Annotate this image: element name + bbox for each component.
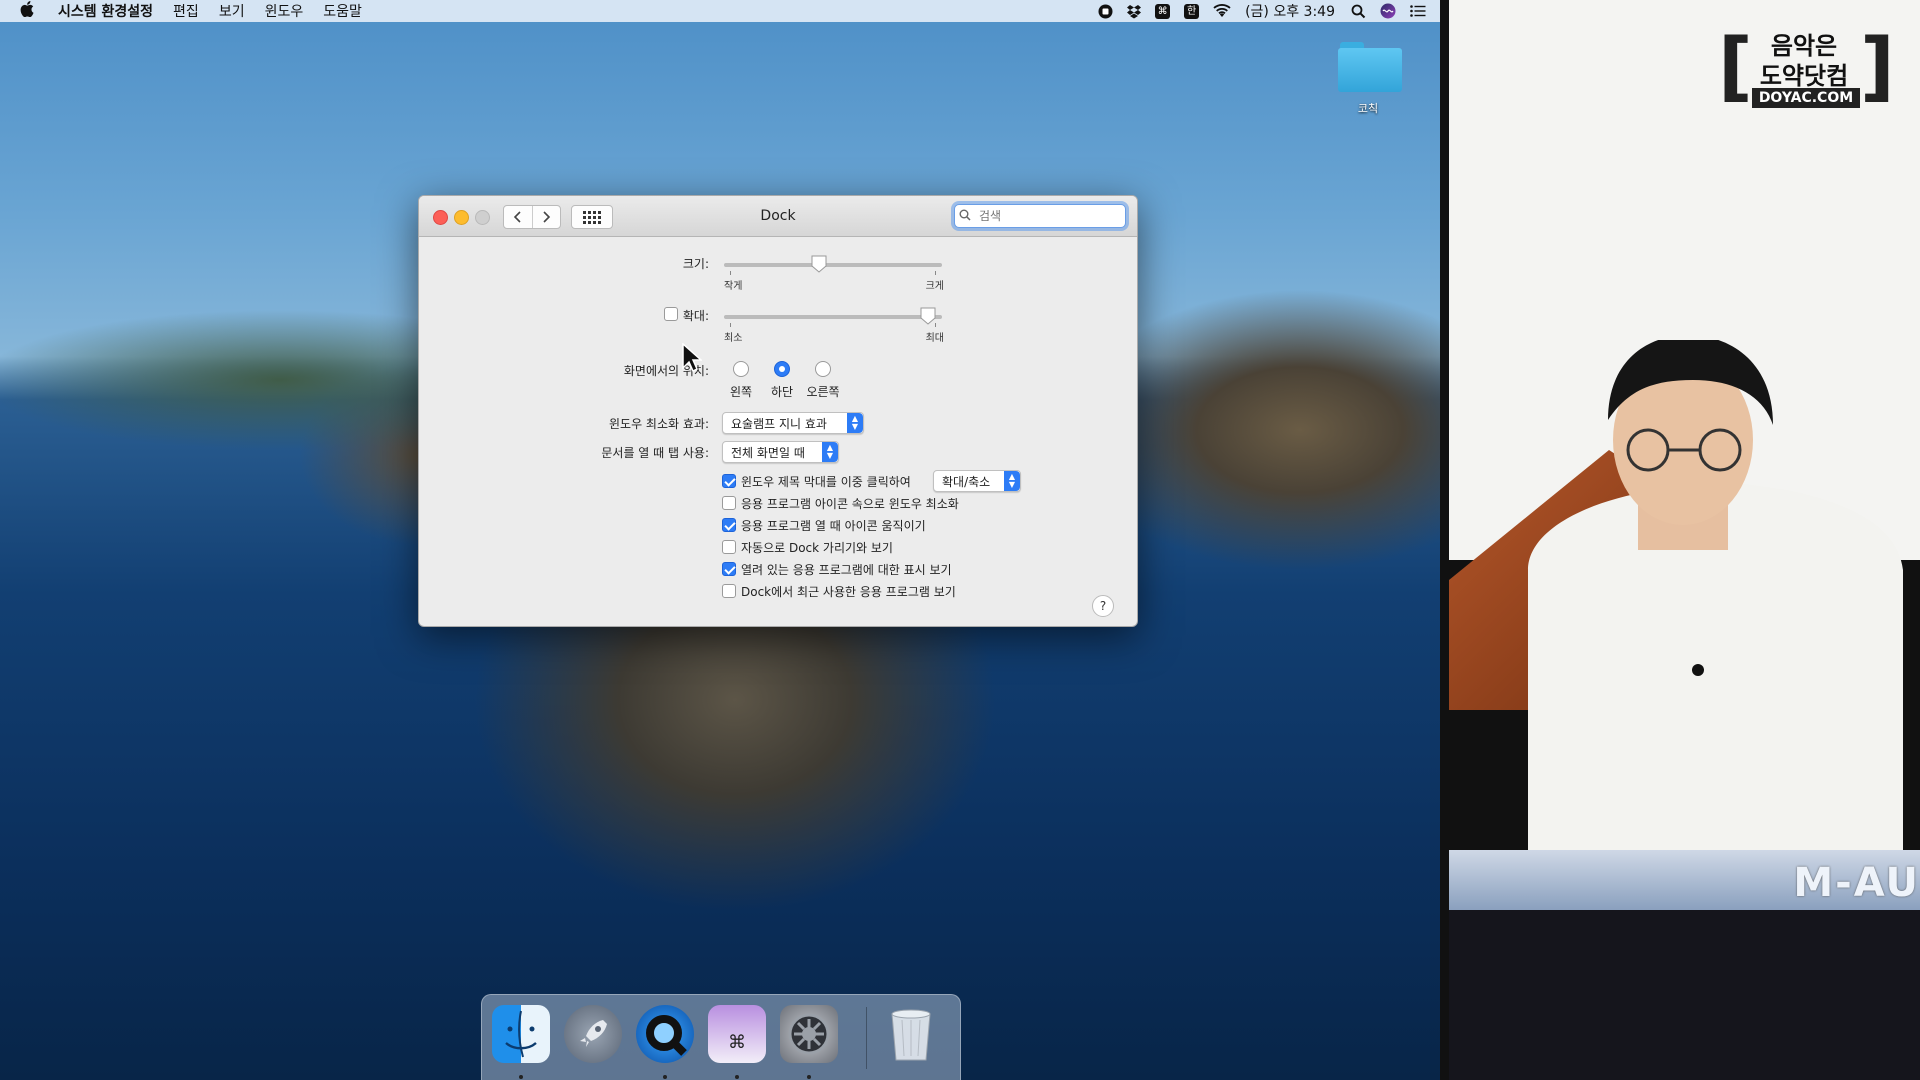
size-min-label: 작게 bbox=[724, 281, 743, 292]
apple-menu-icon[interactable] bbox=[20, 1, 40, 21]
search-icon bbox=[959, 209, 977, 224]
title-bar[interactable]: Dock bbox=[419, 196, 1137, 237]
magnification-min-label: 최소 bbox=[724, 333, 743, 344]
minimize-effect-label: 윈도우 최소화 효과: bbox=[609, 417, 709, 431]
position-left-radio[interactable] bbox=[733, 361, 749, 377]
keyboard-brand-text: M-AU bbox=[1793, 860, 1920, 906]
menu-view[interactable]: 보기 bbox=[219, 1, 245, 21]
siri-icon[interactable] bbox=[1380, 3, 1396, 19]
option-animate-opening-label: 응용 프로그램 열 때 아이콘 움직이기 bbox=[741, 519, 926, 533]
magnification-slider-thumb[interactable] bbox=[920, 307, 936, 325]
mouse-cursor-icon bbox=[682, 342, 703, 377]
option-animate-opening-checkbox[interactable] bbox=[722, 518, 736, 532]
popup-arrows-icon: ▲ ▼ bbox=[822, 442, 838, 462]
keyboard-app-icon[interactable]: ⌘ bbox=[708, 1005, 766, 1063]
search-field[interactable] bbox=[954, 204, 1126, 228]
trash-icon[interactable] bbox=[882, 1005, 940, 1063]
search-input[interactable] bbox=[977, 208, 1121, 224]
menu-edit[interactable]: 편집 bbox=[173, 1, 199, 21]
status-area: ⌘ 한 (금) 오후 3:49 bbox=[1098, 0, 1440, 22]
running-indicator bbox=[807, 1075, 811, 1079]
spotlight-icon[interactable] bbox=[1351, 4, 1366, 19]
magnification-max-label: 최대 bbox=[925, 333, 944, 344]
quicktime-icon[interactable] bbox=[636, 1005, 694, 1063]
menu-help[interactable]: 도움말 bbox=[323, 1, 362, 21]
option-double-click-label: 윈도우 제목 막대를 이중 클릭하여 bbox=[741, 475, 911, 489]
double-click-action-popup[interactable]: 확대/축소 ▲ ▼ bbox=[933, 470, 1021, 492]
option-minimize-into-icon-label: 응용 프로그램 아이콘 속으로 윈도우 최소화 bbox=[741, 497, 959, 511]
dock-preferences-window: Dock 크기: 작게 크게 확대: bbox=[418, 195, 1138, 627]
dock-separator bbox=[866, 1007, 867, 1069]
popup-arrows-icon: ▲ ▼ bbox=[1004, 471, 1020, 491]
tabs-value: 전체 화면일 때 bbox=[731, 445, 805, 460]
record-icon[interactable] bbox=[1098, 4, 1113, 19]
folder-label: 코칙 bbox=[1357, 102, 1379, 115]
size-label: 크기: bbox=[682, 257, 709, 271]
menu-window[interactable]: 윈도우 bbox=[265, 1, 304, 21]
tabs-label: 문서를 열 때 탭 사용: bbox=[601, 446, 709, 460]
doyac-logo: [ ] 음악은 도약닷컴 DOYAC.COM bbox=[1718, 21, 1895, 110]
size-max-label: 크게 bbox=[925, 281, 944, 292]
desktop-folder[interactable]: 코칙 bbox=[1338, 40, 1402, 116]
logo-line3: DOYAC.COM bbox=[1752, 88, 1860, 108]
position-right-radio[interactable] bbox=[815, 361, 831, 377]
double-click-action-value: 확대/축소 bbox=[942, 474, 991, 489]
option-double-click-checkbox[interactable] bbox=[722, 474, 736, 488]
help-button[interactable]: ? bbox=[1092, 595, 1114, 617]
option-show-recent-checkbox[interactable] bbox=[722, 584, 736, 598]
option-show-indicators-label: 열려 있는 응용 프로그램에 대한 표시 보기 bbox=[741, 563, 952, 577]
position-bottom-radio[interactable] bbox=[774, 361, 790, 377]
notification-center-icon[interactable] bbox=[1410, 5, 1426, 17]
finder-icon[interactable] bbox=[492, 1005, 550, 1063]
option-show-recent-label: Dock에서 최근 사용한 응용 프로그램 보기 bbox=[741, 585, 956, 599]
minimize-effect-popup[interactable]: 요술램프 지니 효과 ▲ ▼ bbox=[722, 412, 864, 434]
size-slider-thumb[interactable] bbox=[811, 255, 827, 273]
option-autohide-checkbox[interactable] bbox=[722, 540, 736, 554]
option-show-indicators-checkbox[interactable] bbox=[722, 562, 736, 576]
logo-line2: 도약닷컴 bbox=[1759, 62, 1849, 90]
running-indicator bbox=[663, 1075, 667, 1079]
position-label: 화면에서의 위치: bbox=[623, 364, 709, 378]
option-autohide-label: 자동으로 Dock 가리기와 보기 bbox=[741, 541, 893, 555]
dropbox-icon[interactable] bbox=[1127, 4, 1142, 19]
running-indicator bbox=[519, 1075, 523, 1079]
folder-icon bbox=[1338, 40, 1402, 92]
running-indicator bbox=[735, 1075, 739, 1079]
position-right-label: 오른쪽 bbox=[806, 385, 840, 399]
webcam-overlay: M-AU bbox=[1440, 0, 1920, 1080]
input-source-icon[interactable]: 한 bbox=[1184, 3, 1200, 19]
keyboard-shortcut-icon[interactable]: ⌘ bbox=[1155, 3, 1171, 19]
presenter-image bbox=[1528, 340, 1903, 860]
menu-bar: 시스템 환경설정 편집 보기 윈도우 도움말 ⌘ 한 (금) 오후 3:49 bbox=[0, 0, 1440, 22]
dock: ⌘ bbox=[481, 994, 961, 1080]
menu-system-preferences[interactable]: 시스템 환경설정 bbox=[58, 1, 153, 21]
preferences-content: 크기: 작게 크게 확대: 최소 최대 화면에서의 위치: 왼쪽 하단 오른쪽 … bbox=[419, 237, 1137, 626]
tabs-popup[interactable]: 전체 화면일 때 ▲ ▼ bbox=[722, 441, 839, 463]
option-minimize-into-icon-checkbox[interactable] bbox=[722, 496, 736, 510]
launchpad-icon[interactable] bbox=[564, 1005, 622, 1063]
system-preferences-icon[interactable] bbox=[780, 1005, 838, 1063]
magnification-label: 확대: bbox=[682, 309, 709, 323]
popup-arrows-icon: ▲ ▼ bbox=[847, 413, 863, 433]
desktop: 시스템 환경설정 편집 보기 윈도우 도움말 ⌘ 한 (금) 오후 3:49 코… bbox=[0, 0, 1440, 1080]
menu-clock[interactable]: (금) 오후 3:49 bbox=[1245, 1, 1335, 21]
wifi-icon[interactable] bbox=[1213, 4, 1231, 18]
minimize-effect-value: 요술램프 지니 효과 bbox=[731, 416, 827, 431]
